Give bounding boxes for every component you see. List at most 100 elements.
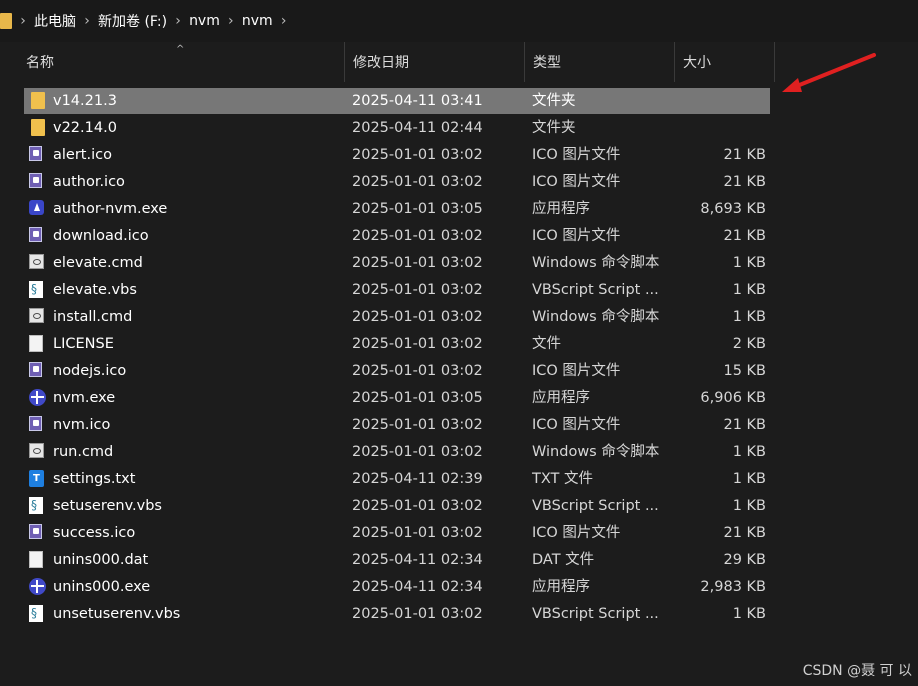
- file-modified-date: 2025-01-01 03:02: [352, 606, 483, 622]
- file-type: 应用程序: [532, 390, 590, 406]
- file-row[interactable]: alert.ico 2025-01-01 03:02 ICO 图片文件 21 KB: [24, 142, 770, 168]
- file-size: 2,983 KB: [700, 579, 766, 595]
- file-row[interactable]: unsetuserenv.vbs 2025-01-01 03:02 VBScript…: [24, 601, 770, 627]
- file-modified-date: 2025-04-11 02:39: [352, 471, 483, 487]
- vbscript-icon: [29, 605, 43, 622]
- column-header-date[interactable]: 修改日期: [345, 42, 525, 82]
- file-modified-date: 2025-01-01 03:02: [352, 444, 483, 460]
- breadcrumb-drive[interactable]: 新加卷 (F:): [94, 11, 171, 31]
- chevron-right-icon[interactable]: ›: [80, 13, 94, 29]
- file-name: unsetuserenv.vbs: [53, 606, 181, 622]
- chevron-right-icon[interactable]: ›: [171, 13, 185, 29]
- file-modified-date: 2025-01-01 03:02: [352, 174, 483, 190]
- file-type: VBScript Script ...: [532, 498, 659, 514]
- file-modified-date: 2025-01-01 03:05: [352, 201, 483, 217]
- file-name: settings.txt: [53, 471, 136, 487]
- file-size: 1 KB: [732, 282, 766, 298]
- file-type: 文件夹: [532, 120, 576, 136]
- nvm-exe-icon: [29, 578, 46, 595]
- file-modified-date: 2025-04-11 02:34: [352, 552, 483, 568]
- file-name: elevate.vbs: [53, 282, 137, 298]
- file-name: unins000.exe: [53, 579, 151, 595]
- chevron-right-icon[interactable]: ›: [224, 13, 238, 29]
- file-modified-date: 2025-01-01 03:02: [352, 309, 483, 325]
- file-row[interactable]: nodejs.ico 2025-01-01 03:02 ICO 图片文件 15 KB: [24, 358, 770, 384]
- file-row[interactable]: nvm.exe 2025-01-01 03:05 应用程序 6,906 KB: [24, 385, 770, 411]
- file-modified-date: 2025-04-11 02:44: [352, 120, 483, 136]
- file-type: ICO 图片文件: [532, 417, 621, 433]
- file-size: 21 KB: [723, 228, 766, 244]
- file-name: author-nvm.exe: [53, 201, 168, 217]
- file-row[interactable]: success.ico 2025-01-01 03:02 ICO 图片文件 21 KB: [24, 520, 770, 546]
- file-row[interactable]: author-nvm.exe 2025-01-01 03:05 应用程序 8,693 …: [24, 196, 770, 222]
- file-type: 应用程序: [532, 201, 590, 217]
- file-name: success.ico: [53, 525, 136, 541]
- vbscript-icon: [29, 497, 43, 514]
- ico-image-icon: [29, 227, 42, 242]
- file-type: ICO 图片文件: [532, 147, 621, 163]
- cmd-script-icon: [29, 443, 44, 458]
- file-name: unins000.dat: [53, 552, 149, 568]
- file-modified-date: 2025-04-11 02:34: [352, 579, 483, 595]
- file-name: setuserenv.vbs: [53, 498, 162, 514]
- file-size: 2 KB: [732, 336, 766, 352]
- blank-file-icon: [29, 551, 43, 568]
- column-header-size[interactable]: 大小: [675, 42, 775, 82]
- file-row[interactable]: unins000.dat 2025-04-11 02:34 DAT 文件 29 KB: [24, 547, 770, 573]
- breadcrumb-nvm-parent[interactable]: nvm: [185, 13, 224, 29]
- file-type: 应用程序: [532, 579, 590, 595]
- column-header-type[interactable]: 类型: [525, 42, 675, 82]
- file-row[interactable]: elevate.vbs 2025-01-01 03:02 VBScript Scri…: [24, 277, 770, 303]
- file-size: 21 KB: [723, 147, 766, 163]
- file-size: 21 KB: [723, 174, 766, 190]
- ico-image-icon: [29, 173, 42, 188]
- file-name: install.cmd: [53, 309, 133, 325]
- file-row[interactable]: unins000.exe 2025-04-11 02:34 应用程序 2,983 KB: [24, 574, 770, 600]
- text-file-icon: [29, 470, 44, 487]
- chevron-right-icon[interactable]: ›: [277, 13, 291, 29]
- breadcrumb-this-pc[interactable]: 此电脑: [30, 11, 80, 31]
- file-row[interactable]: setuserenv.vbs 2025-01-01 03:02 VBScript S…: [24, 493, 770, 519]
- file-size: 6,906 KB: [700, 390, 766, 406]
- ico-image-icon: [29, 362, 42, 377]
- file-type: ICO 图片文件: [532, 228, 621, 244]
- file-row[interactable]: author.ico 2025-01-01 03:02 ICO 图片文件 21 KB: [24, 169, 770, 195]
- file-modified-date: 2025-01-01 03:02: [352, 228, 483, 244]
- vbscript-icon: [29, 281, 43, 298]
- file-modified-date: 2025-01-01 03:02: [352, 363, 483, 379]
- file-modified-date: 2025-01-01 03:05: [352, 390, 483, 406]
- file-modified-date: 2025-01-01 03:02: [352, 255, 483, 271]
- ico-image-icon: [29, 524, 42, 539]
- file-row[interactable]: LICENSE 2025-01-01 03:02 文件 2 KB: [24, 331, 770, 357]
- file-size: 15 KB: [723, 363, 766, 379]
- file-row[interactable]: settings.txt 2025-04-11 02:39 TXT 文件 1 KB: [24, 466, 770, 492]
- file-name: nvm.ico: [53, 417, 111, 433]
- file-row[interactable]: elevate.cmd 2025-01-01 03:02 Windows 命令脚本 1…: [24, 250, 770, 276]
- file-size: 21 KB: [723, 417, 766, 433]
- file-type: TXT 文件: [532, 471, 594, 487]
- address-bar[interactable]: › 此电脑 › 新加卷 (F:) › nvm › nvm ›: [0, 0, 918, 43]
- file-row[interactable]: run.cmd 2025-01-01 03:02 Windows 命令脚本 1 KB: [24, 439, 770, 465]
- file-row[interactable]: download.ico 2025-01-01 03:02 ICO 图片文件 21 K…: [24, 223, 770, 249]
- file-type: DAT 文件: [532, 552, 595, 568]
- file-size: 29 KB: [723, 552, 766, 568]
- file-name: download.ico: [53, 228, 149, 244]
- file-row[interactable]: nvm.ico 2025-01-01 03:02 ICO 图片文件 21 KB: [24, 412, 770, 438]
- file-row[interactable]: v22.14.0 2025-04-11 02:44 文件夹: [24, 115, 770, 141]
- file-type: VBScript Script ...: [532, 282, 659, 298]
- cmd-script-icon: [29, 254, 44, 269]
- file-row[interactable]: install.cmd 2025-01-01 03:02 Windows 命令脚本 1…: [24, 304, 770, 330]
- ico-image-icon: [29, 146, 42, 161]
- annotation-arrow-icon: [782, 53, 876, 92]
- file-type: ICO 图片文件: [532, 525, 621, 541]
- file-type: ICO 图片文件: [532, 174, 621, 190]
- file-modified-date: 2025-01-01 03:02: [352, 282, 483, 298]
- breadcrumb-nvm-current[interactable]: nvm: [238, 13, 277, 29]
- folder-icon: [31, 119, 45, 136]
- file-row[interactable]: v14.21.3 2025-04-11 03:41 文件夹: [24, 88, 770, 114]
- file-modified-date: 2025-01-01 03:02: [352, 525, 483, 541]
- author-exe-icon: [29, 200, 44, 215]
- file-name: run.cmd: [53, 444, 114, 460]
- chevron-right-icon[interactable]: ›: [16, 13, 30, 29]
- file-modified-date: 2025-01-01 03:02: [352, 336, 483, 352]
